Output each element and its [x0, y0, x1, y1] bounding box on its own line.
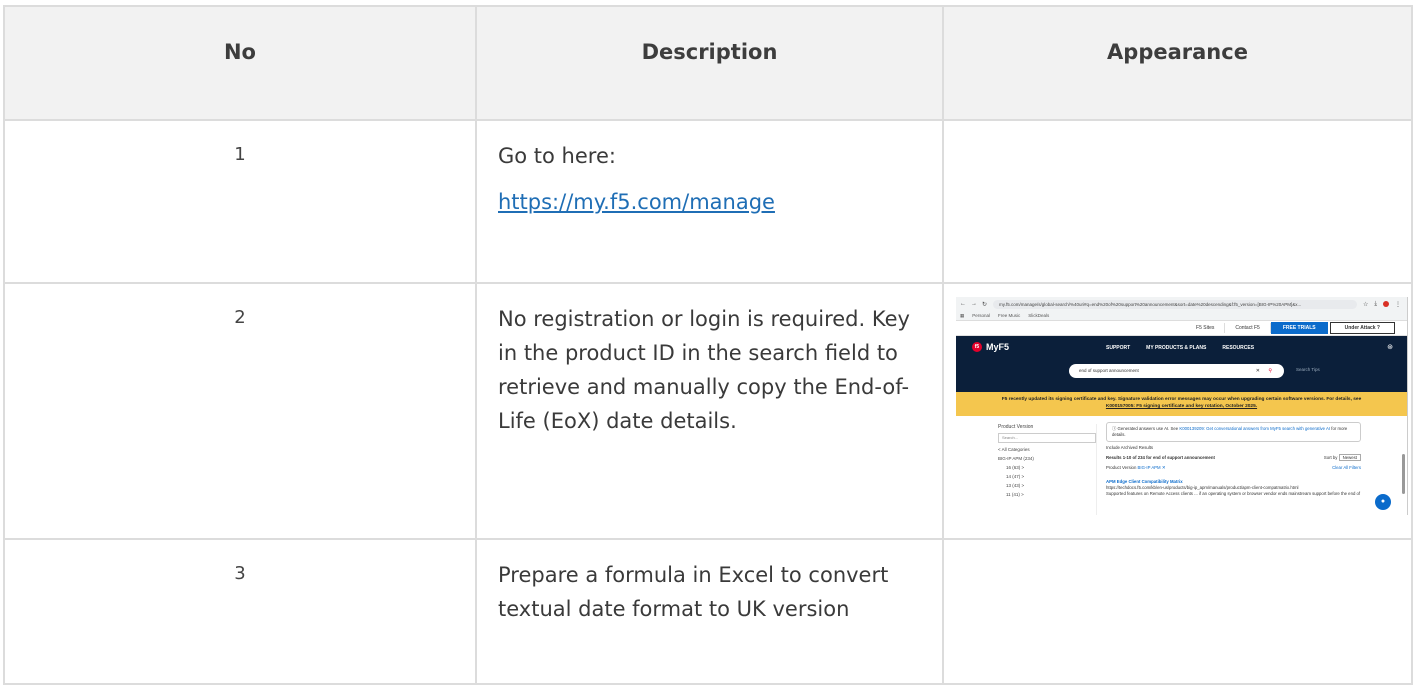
clear-icon: ✕ [1255, 368, 1260, 374]
result-item: APM Edge Client Compatibility Matrix htt… [1106, 479, 1361, 496]
step-appearance [942, 119, 1413, 284]
topnav-item: F5 Sites [1186, 323, 1226, 333]
bookmark-item: Free Music [998, 313, 1021, 318]
step-number: 2 [3, 282, 477, 540]
search-tips: Search Tips [1296, 367, 1320, 372]
f5-top-nav: F5 Sites Contact F5 FREE TRIALS Under At… [956, 321, 1407, 336]
chat-icon: ● [1375, 494, 1391, 510]
url-bar: my.f5.com/manage/s/global-search/%40uri#… [993, 299, 1357, 309]
table-row: 3 Prepare a formula in Excel to convert … [3, 538, 1413, 685]
step-text: No registration or login is required. Ke… [498, 307, 910, 433]
topnav-item: Contact F5 [1225, 323, 1271, 333]
step-text: Go to here: [498, 144, 616, 168]
bookmark-item: SlickDeals [1028, 313, 1050, 318]
notice-banner: F5 recently updated its signing certific… [956, 392, 1407, 416]
more-icon: ⋮ [1395, 301, 1401, 308]
table-row: 1 Go to here: https://my.f5.com/manage [3, 119, 1413, 284]
filter-sidebar: Product Version Search... < All Categori… [998, 424, 1097, 515]
header-description: Description [475, 5, 944, 121]
ai-notice: ⓘ Generated answers use AI. See K0001392… [1106, 422, 1361, 442]
apps-icon: ▦ [960, 312, 965, 318]
header-appearance: Appearance [942, 5, 1413, 121]
star-icon: ☆ [1362, 301, 1369, 308]
myf5-manage-link[interactable]: https://my.f5.com/manage [498, 190, 775, 214]
browser-toolbar: ← → ↻ my.f5.com/manage/s/global-search/%40… [956, 297, 1407, 311]
main-menu: SUPPORT MY PRODUCTS & PLANS RESOURCES [1106, 345, 1254, 351]
menu-item: SUPPORT [1106, 345, 1131, 351]
download-icon: ⤓ [1374, 300, 1377, 307]
step-number: 3 [3, 538, 477, 685]
results-area: Product Version Search... < All Categori… [956, 416, 1407, 515]
menu-item: RESOURCES [1222, 345, 1255, 351]
scrollbar [1402, 454, 1405, 494]
myf5-header: f5 MyF5 SUPPORT MY PRODUCTS & PLANS RESOU… [956, 336, 1407, 392]
step-description: No registration or login is required. Ke… [475, 282, 944, 540]
bookmarks-bar: ▦ Personal Free Music SlickDeals [956, 311, 1407, 321]
reload-icon: ↻ [982, 301, 988, 308]
free-trials-button: FREE TRIALS [1270, 322, 1328, 334]
myf5-screenshot: ← → ↻ my.f5.com/manage/s/global-search/%40… [956, 297, 1408, 515]
steps-table: No Description Appearance 1 Go to here: … [3, 5, 1413, 685]
search-icon: ⚲ [1268, 368, 1272, 374]
step-description: Go to here: https://my.f5.com/manage [475, 119, 944, 284]
back-icon: ← [960, 300, 966, 307]
forward-icon: → [971, 300, 977, 307]
under-attack-button: Under Attack ? [1329, 322, 1395, 334]
step-number: 1 [3, 119, 477, 284]
step-appearance [942, 538, 1413, 685]
myf5-logo: f5 MyF5 [972, 342, 1009, 352]
header-no: No [3, 5, 477, 121]
step-description: Prepare a formula in Excel to convert te… [475, 538, 944, 685]
results-list: ⓘ Generated answers use AI. See K0001392… [1106, 422, 1361, 497]
profile-icon [1383, 300, 1389, 307]
table-row: 2 No registration or login is required. … [3, 282, 1413, 540]
bookmark-item: Personal [972, 313, 991, 318]
menu-item: MY PRODUCTS & PLANS [1146, 345, 1207, 351]
step-appearance: ← → ↻ my.f5.com/manage/s/global-search/%40… [942, 282, 1413, 540]
user-icon: ⊛ [1387, 344, 1393, 351]
search-box: end of support announcement ✕ ⚲ [1069, 364, 1284, 378]
step-text: Prepare a formula in Excel to convert te… [498, 563, 889, 621]
